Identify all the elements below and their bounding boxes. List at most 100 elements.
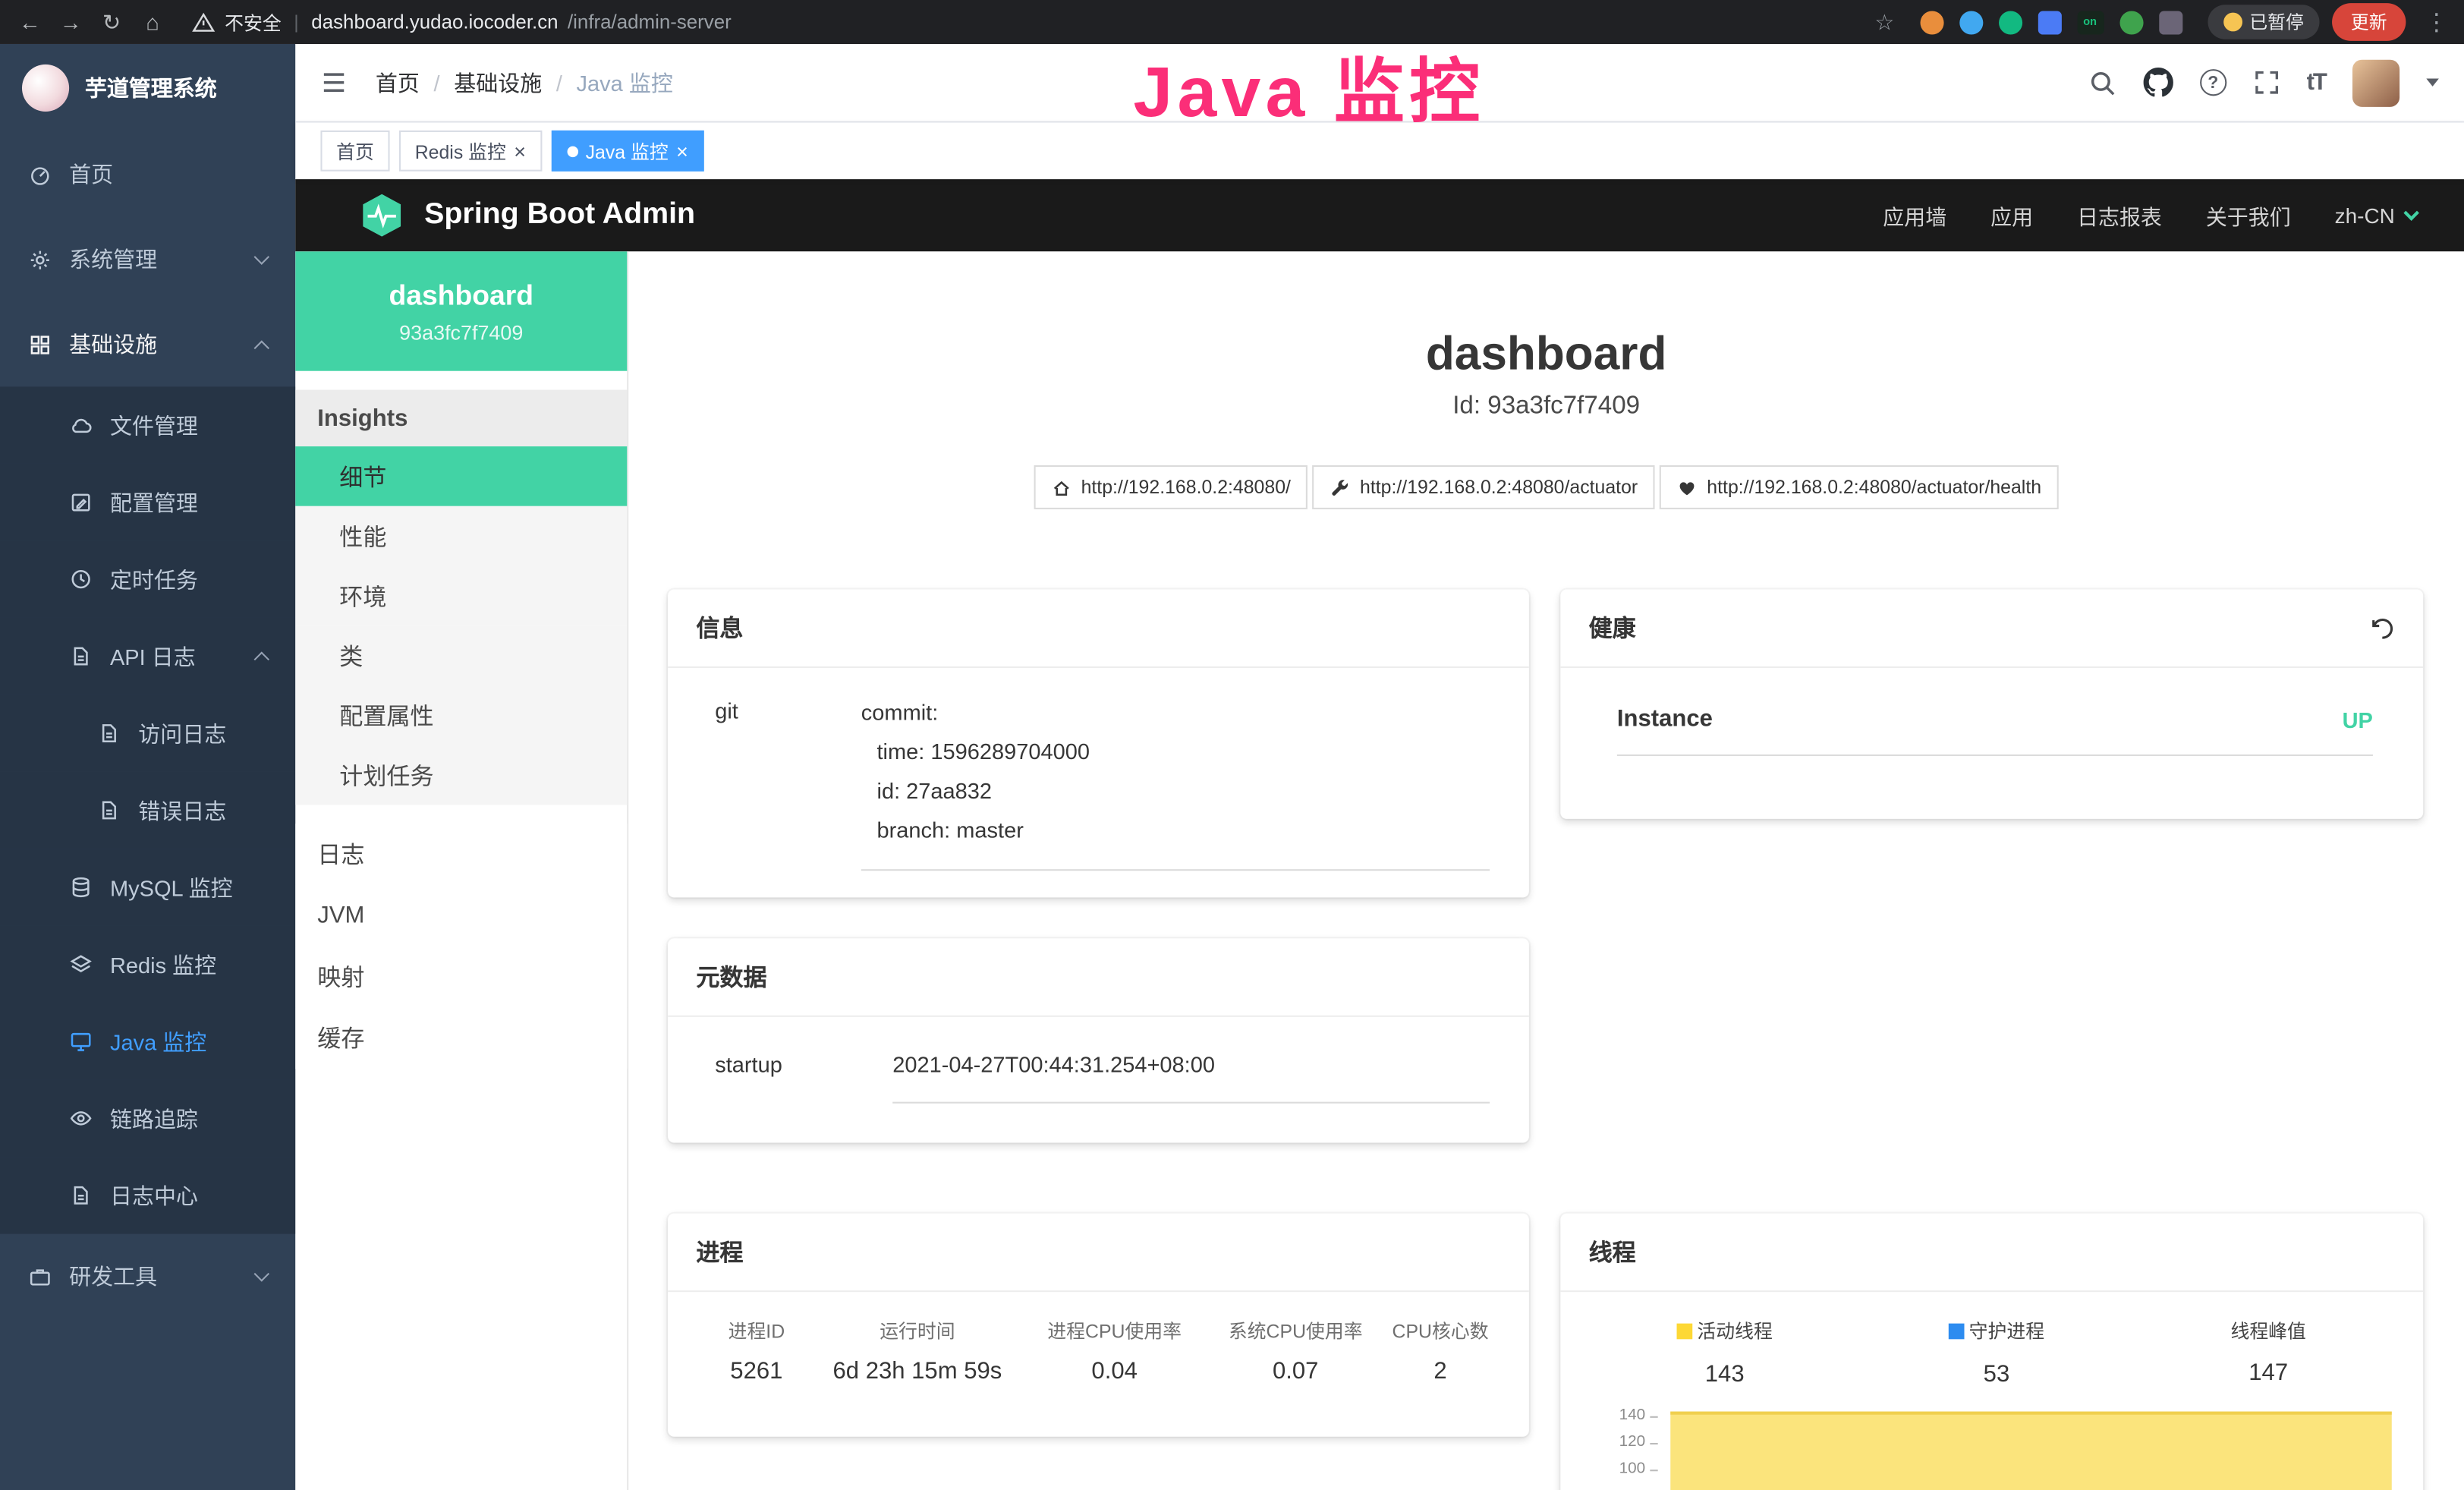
- process-col-system-cpu: 系统CPU使用率 0.07: [1211, 1317, 1380, 1384]
- process-col-process-cpu: 进程CPU使用率 0.04: [1018, 1317, 1210, 1384]
- bookmark-star-icon[interactable]: ☆: [1874, 8, 1894, 35]
- sidebar-item-home[interactable]: 首页: [0, 132, 295, 217]
- user-avatar[interactable]: [2352, 59, 2399, 106]
- sba-item-environment[interactable]: 环境: [295, 565, 627, 625]
- back-icon[interactable]: ←: [16, 0, 44, 44]
- sba-instance-header[interactable]: dashboard 93a3fc7f7409: [295, 251, 627, 370]
- actuator-url-link[interactable]: http://192.168.0.2:48080/actuator: [1313, 465, 1655, 509]
- sidebar-item-tracing[interactable]: 链路追踪: [0, 1080, 295, 1157]
- service-url-link[interactable]: http://192.168.0.2:48080/: [1034, 465, 1308, 509]
- health-card-title: 健康: [1589, 612, 1636, 644]
- instance-label: Instance: [1617, 706, 1713, 732]
- close-icon[interactable]: ×: [514, 140, 526, 161]
- app-header: 首页 / 基础设施 / Java 监控 ?: [295, 44, 2464, 123]
- extension-icon-5[interactable]: [2119, 10, 2142, 33]
- active-dot-icon: [567, 146, 577, 156]
- wrench-icon: [1330, 477, 1351, 497]
- sba-nav-journal[interactable]: 日志报表: [2077, 200, 2162, 231]
- extension-icon-4[interactable]: [2038, 10, 2061, 33]
- hamburger-icon[interactable]: [320, 69, 347, 96]
- clock-icon: [69, 568, 93, 591]
- sidebar-item-config-management[interactable]: 配置管理: [0, 464, 295, 540]
- tab-home[interactable]: 首页: [320, 131, 389, 172]
- health-instance-row: Instance UP: [1617, 706, 2373, 756]
- security-warning-icon: [192, 10, 216, 33]
- gear-icon: [28, 247, 52, 271]
- sidebar-item-file-management[interactable]: 文件管理: [0, 386, 295, 463]
- forward-icon[interactable]: →: [57, 0, 85, 44]
- breadcrumb-separator: /: [434, 70, 440, 95]
- sba-item-details[interactable]: 细节: [295, 446, 627, 506]
- home-icon: [1051, 477, 1072, 497]
- sidebar-item-error-logs[interactable]: 错误日志: [0, 772, 295, 849]
- app-logo[interactable]: 芋道管理系统: [0, 44, 295, 132]
- instance-id: 93a3fc7f7409: [399, 320, 523, 343]
- tab-java-monitor[interactable]: Java 监控 ×: [551, 131, 703, 172]
- sidebar-item-java-monitor[interactable]: Java 监控: [0, 1003, 295, 1079]
- sba-nav-wallboard[interactable]: 应用墙: [1883, 200, 1946, 231]
- github-icon[interactable]: [2143, 68, 2173, 97]
- chevron-up-icon: [254, 339, 269, 354]
- tags-view-bar: 首页 Redis 监控 × Java 监控 ×: [295, 123, 2464, 180]
- reload-icon[interactable]: ↻: [97, 0, 125, 44]
- address-bar[interactable]: 不安全 | dashboard.yudao.iocoder.cn/infra/a…: [192, 8, 732, 35]
- caret-down-icon[interactable]: [2426, 79, 2439, 87]
- process-card: 进程 进程ID 5261 运行时间 6d 23h 15m 59s: [668, 1214, 1529, 1437]
- app-main: 首页 / 基础设施 / Java 监控 ?: [295, 44, 2464, 1490]
- sidebar-item-api-logs[interactable]: API 日志: [0, 618, 295, 695]
- help-icon[interactable]: ?: [2200, 69, 2226, 96]
- breadcrumb-home[interactable]: 首页: [376, 67, 420, 98]
- sidebar-item-access-logs[interactable]: 访问日志: [0, 695, 295, 771]
- extension-icon-3[interactable]: [1998, 10, 2022, 33]
- sidebar-item-log-center[interactable]: 日志中心: [0, 1157, 295, 1233]
- search-icon[interactable]: [2088, 68, 2116, 96]
- sidebar-item-infrastructure[interactable]: 基础设施: [0, 302, 295, 387]
- eye-icon: [69, 1107, 93, 1130]
- sba-locale-select[interactable]: zh-CN: [2335, 203, 2417, 227]
- info-card-body: git commit: time: 1596289704000 id: 27aa…: [668, 668, 1529, 871]
- sidebar-item-system[interactable]: 系统管理: [0, 217, 295, 302]
- extension-icon-6[interactable]: [2158, 10, 2182, 33]
- sba-item-config-props[interactable]: 配置属性: [295, 685, 627, 745]
- tab-redis-monitor[interactable]: Redis 监控 ×: [399, 131, 542, 172]
- fullscreen-icon[interactable]: [2253, 69, 2280, 96]
- history-icon[interactable]: [2370, 616, 2395, 641]
- briefcase-icon: [28, 1265, 52, 1288]
- url-separator: |: [294, 11, 298, 33]
- security-label: 不安全: [225, 8, 282, 35]
- sba-nav: 应用墙 应用 日志报表 关于我们 zh-CN: [1883, 200, 2417, 231]
- chrome-update-button[interactable]: 更新: [2332, 3, 2406, 41]
- font-size-icon[interactable]: tT: [2307, 69, 2326, 96]
- edit-icon: [69, 490, 93, 514]
- sidebar-item-mysql-monitor[interactable]: MySQL 监控: [0, 849, 295, 925]
- close-icon[interactable]: ×: [676, 140, 688, 161]
- sba-item-caches[interactable]: 缓存: [295, 1007, 627, 1069]
- threads-card-body: 活动线程 143 守护进程 53 线程峰值 14: [1560, 1292, 2423, 1490]
- health-url-link[interactable]: http://192.168.0.2:48080/actuator/health: [1660, 465, 2059, 509]
- metadata-card-body: startup 2021-04-27T00:44:31.254+08:00: [668, 1017, 1529, 1104]
- sba-item-loggers[interactable]: 日志: [295, 824, 627, 885]
- process-col-cpus: CPU核心数 2: [1380, 1317, 1501, 1384]
- extension-icon-on[interactable]: on: [2077, 10, 2104, 33]
- sidebar-item-redis-monitor[interactable]: Redis 监控: [0, 926, 295, 1003]
- breadcrumb-section[interactable]: 基础设施: [454, 67, 542, 98]
- home-icon[interactable]: ⌂: [138, 0, 166, 44]
- sba-item-classes[interactable]: 类: [295, 625, 627, 685]
- sba-item-metrics[interactable]: 性能: [295, 506, 627, 566]
- sba-item-scheduled-tasks[interactable]: 计划任务: [295, 745, 627, 805]
- status-badge: UP: [2343, 707, 2373, 732]
- extension-icon-1[interactable]: [1919, 10, 1943, 33]
- info-card: 信息 git commit: time: 1596289704000 id: 2…: [668, 590, 1529, 898]
- y-axis-tick: 120: [1598, 1435, 1645, 1451]
- sba-nav-applications[interactable]: 应用: [1990, 200, 2033, 231]
- infrastructure-icon: [28, 332, 52, 356]
- profile-paused-chip[interactable]: 已暂停: [2207, 5, 2319, 39]
- sidebar-item-scheduled-jobs[interactable]: 定时任务: [0, 540, 295, 617]
- sidebar-item-dev-tools[interactable]: 研发工具: [0, 1234, 295, 1319]
- sba-item-mappings[interactable]: 映射: [295, 947, 627, 1008]
- extension-icon-2[interactable]: [1959, 10, 1982, 33]
- metadata-card-title: 元数据: [668, 938, 1529, 1017]
- browser-menu-icon[interactable]: ⋮: [2425, 8, 2448, 36]
- sba-item-jvm[interactable]: JVM: [295, 885, 627, 947]
- sba-nav-about[interactable]: 关于我们: [2206, 200, 2291, 231]
